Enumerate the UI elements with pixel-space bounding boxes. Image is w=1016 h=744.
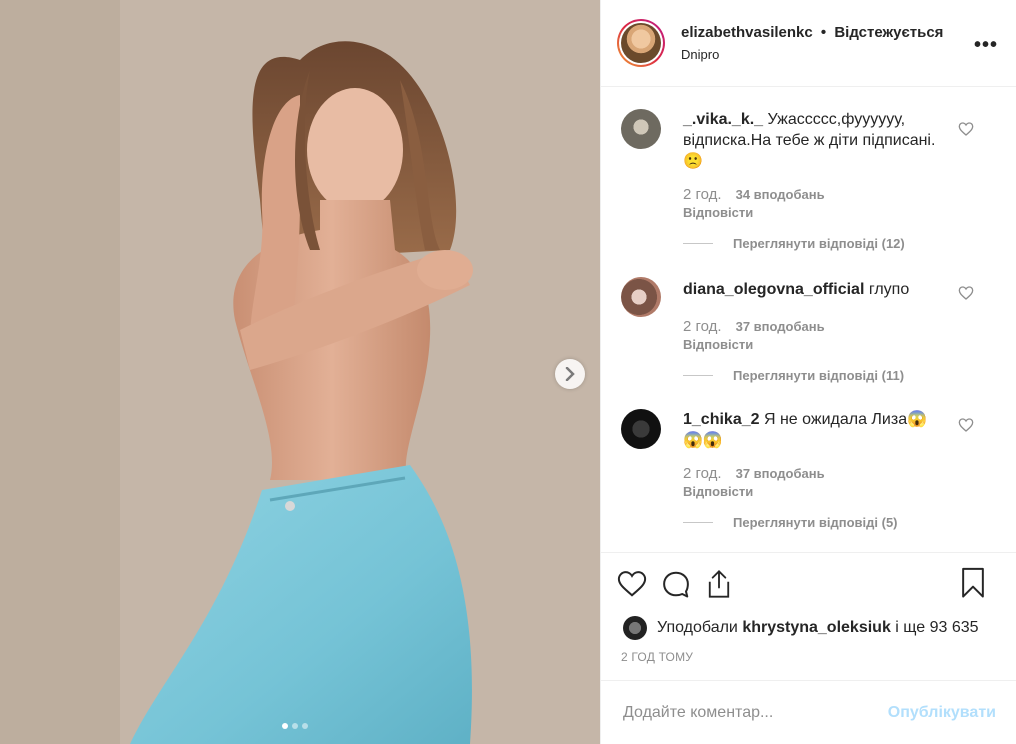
likes-count[interactable]: і ще 93 635 [895, 619, 978, 637]
comment-likes[interactable]: 37 вподобань [736, 319, 825, 334]
comment-input[interactable] [621, 702, 888, 723]
comment-text: глупо [868, 281, 910, 298]
post-header: elizabethvasilenkc • Відстежується Dnipr… [601, 0, 1016, 87]
comment-time[interactable]: 2 год. [683, 318, 722, 335]
comment-button[interactable] [661, 569, 691, 599]
comment-item: 1_chika_2 Я не ожидала Лиза😱 😱😱 2 год. 37… [621, 383, 1016, 499]
author-username[interactable]: elizabethvasilenkc [681, 24, 813, 41]
publish-button[interactable]: Опублікувати [888, 704, 996, 722]
view-replies-button[interactable]: Переглянути відповіді (5) [683, 515, 1016, 530]
comment-avatar[interactable] [621, 109, 661, 149]
heart-icon[interactable] [958, 285, 974, 301]
share-button[interactable] [705, 569, 733, 599]
comment-likes[interactable]: 34 вподобань [736, 187, 825, 202]
post-timestamp[interactable]: 2 ГОД ТОМУ [601, 650, 1016, 680]
likes-summary[interactable]: Уподобали khrystyna_oleksiuk і ще 93 635 [601, 614, 1016, 642]
comment-username[interactable]: _.vika._k._ [683, 111, 763, 128]
liker-username[interactable]: khrystyna_oleksiuk [742, 619, 891, 637]
more-options-icon[interactable]: ••• [974, 34, 998, 57]
heart-icon [617, 570, 647, 597]
comment-item: _.vika._k._ Ужассссс,фуууууу, відписка.Н… [621, 87, 1016, 220]
heart-icon[interactable] [958, 121, 974, 137]
post-sidebar: elizabethvasilenkc • Відстежується Dnipr… [600, 0, 1016, 744]
view-replies-label: Переглянути відповіді (12) [733, 236, 905, 251]
post-location[interactable]: Dnipro [681, 47, 943, 62]
comments-list: _.vika._k._ Ужассссс,фуууууу, відписка.Н… [601, 87, 1016, 552]
author-avatar[interactable] [617, 19, 665, 67]
heart-icon[interactable] [958, 417, 974, 433]
like-button[interactable] [617, 570, 647, 598]
comment-item: diana_olegovna_official глупо 2 год. 37 в… [621, 251, 1016, 352]
view-replies-label: Переглянути відповіді (5) [733, 515, 898, 530]
comment-username[interactable]: diana_olegovna_official [683, 281, 864, 298]
add-comment-bar: Опублікувати [601, 680, 1016, 744]
bookmark-icon [962, 567, 984, 598]
comment-bubble-icon [663, 571, 689, 597]
comment-avatar[interactable] [621, 277, 661, 317]
chevron-right-icon [565, 367, 575, 381]
comment-likes[interactable]: 37 вподобань [736, 466, 825, 481]
comment-time[interactable]: 2 год. [683, 186, 722, 203]
post-photo [0, 0, 600, 744]
save-button[interactable] [960, 567, 986, 599]
carousel-next-button[interactable] [555, 359, 585, 389]
carousel-indicator [282, 723, 308, 729]
follow-status[interactable]: Відстежується [834, 24, 943, 41]
carousel-dot [302, 723, 308, 729]
comment-time[interactable]: 2 год. [683, 465, 722, 482]
share-icon [708, 569, 730, 598]
view-replies-button[interactable]: Переглянути відповіді (11) [683, 368, 1016, 383]
reply-button[interactable]: Відповісти [683, 484, 943, 499]
carousel-dot [292, 723, 298, 729]
post-media [0, 0, 600, 744]
view-replies-label: Переглянути відповіді (11) [733, 368, 905, 383]
separator: • [820, 24, 827, 41]
comment-username[interactable]: 1_chika_2 [683, 411, 760, 428]
view-replies-button[interactable]: Переглянути відповіді (12) [683, 236, 1016, 251]
comment-avatar[interactable] [621, 409, 661, 449]
action-bar [601, 552, 1016, 614]
carousel-dot [282, 723, 288, 729]
reply-button[interactable]: Відповісти [683, 205, 943, 220]
likes-prefix: Уподобали [657, 619, 738, 636]
reply-button[interactable]: Відповісти [683, 337, 943, 352]
liker-avatar [623, 616, 647, 640]
post-dialog: elizabethvasilenkc • Відстежується Dnipr… [0, 0, 1016, 744]
